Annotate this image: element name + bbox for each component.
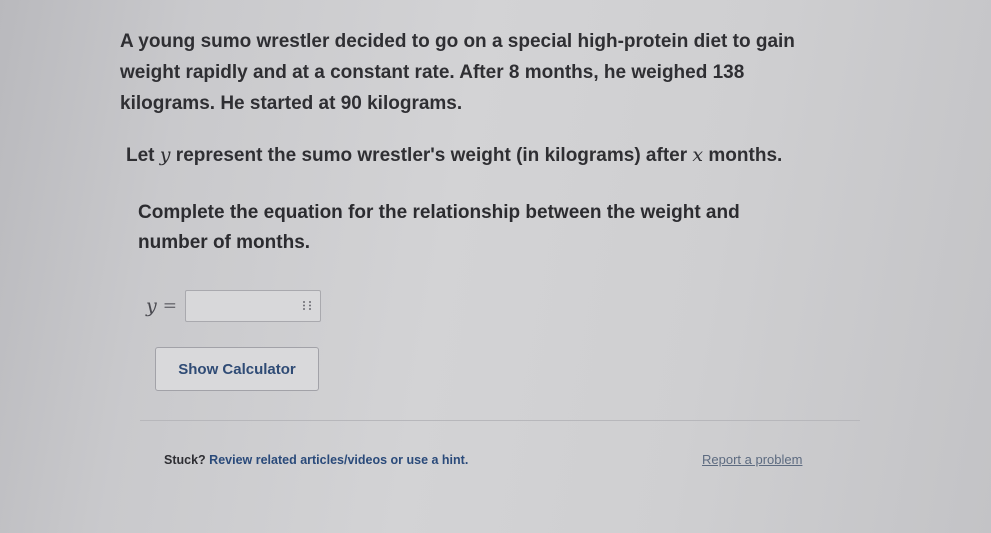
exercise-page: A young sumo wrestler decided to go on a…: [0, 0, 991, 533]
answer-input[interactable]: [185, 291, 310, 320]
definition-suffix: months.: [708, 145, 783, 166]
show-calculator-button[interactable]: Show Calculator: [155, 347, 319, 391]
problem-line-1: A young sumo wrestler decided to go on a…: [120, 31, 795, 52]
answer-box[interactable]: [184, 290, 321, 322]
report-problem-link[interactable]: Report a problem: [702, 452, 802, 467]
problem-statement: A young sumo wrestler decided to go on a…: [120, 26, 840, 119]
equation-lhs: y: [146, 295, 157, 317]
variable-definition: Let y represent the sumo wrestler's weig…: [126, 144, 782, 167]
variable-y: y: [159, 144, 171, 166]
help-footer: Stuck? Review related articles/videos or…: [164, 453, 468, 467]
divider: [140, 420, 860, 421]
instruction-line-2: number of months.: [138, 232, 311, 253]
problem-line-3: kilograms. He started at 90 kilograms.: [120, 93, 463, 114]
keypad-icon[interactable]: [301, 299, 313, 311]
instruction-line-1: Complete the equation for the relationsh…: [138, 202, 740, 223]
instruction-text: Complete the equation for the relationsh…: [138, 198, 798, 258]
equals-sign: =: [162, 296, 177, 316]
definition-prefix: Let: [126, 145, 155, 166]
equation-row: y =: [146, 290, 321, 322]
stuck-label: Stuck?: [164, 453, 206, 467]
definition-middle: represent the sumo wrestler's weight (in…: [175, 145, 688, 166]
related-help-link[interactable]: Review related articles/videos or use a …: [209, 453, 468, 467]
variable-x: x: [692, 144, 704, 166]
problem-line-2: weight rapidly and at a constant rate. A…: [120, 62, 745, 83]
